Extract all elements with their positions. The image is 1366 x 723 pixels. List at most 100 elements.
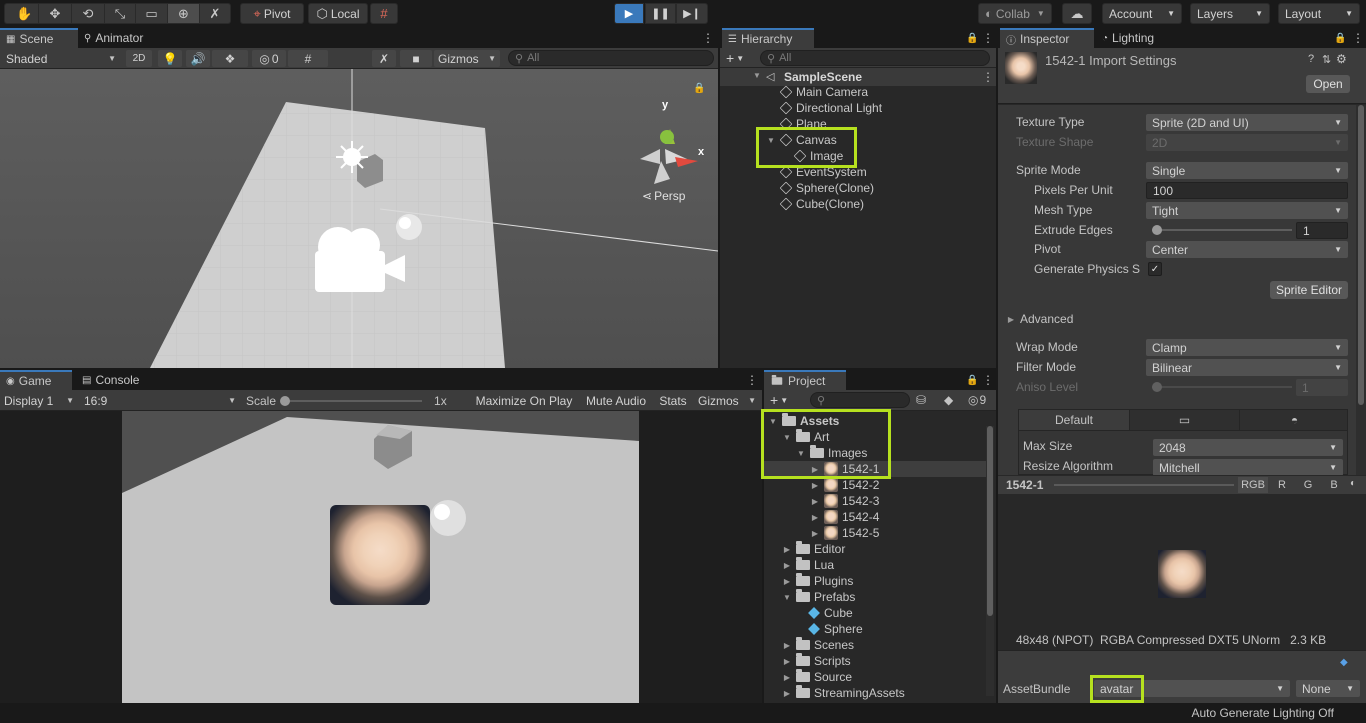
layers-dropdown[interactable]: Layers ▼ <box>1190 3 1270 24</box>
auto-lighting-status[interactable]: Auto Generate Lighting Off <box>1191 706 1334 720</box>
pivot-dropdown[interactable]: Center ▼ <box>1146 241 1348 258</box>
hierarchy-item-main-camera[interactable]: Main Camera <box>779 84 868 100</box>
hierarchy-item-directional-light[interactable]: Directional Light <box>779 100 882 116</box>
layout-dropdown[interactable]: Layout ▼ <box>1278 3 1360 24</box>
project-menu-button[interactable]: ⋮ <box>976 370 994 390</box>
display-dropdown[interactable]: Display 1 ▼ <box>0 392 78 409</box>
project-folder-scripts[interactable]: ▶ Scripts <box>782 653 851 669</box>
tab-console[interactable]: ▤ Console <box>76 370 156 390</box>
platform-tab-android[interactable]: ◓ <box>1239 410 1349 430</box>
local-toggle[interactable]: ⬡ Local <box>308 3 368 24</box>
project-folder-streamingassets[interactable]: ▶ StreamingAssets <box>782 685 905 700</box>
generate-physics-checkbox[interactable]: ✓ <box>1148 262 1162 276</box>
tools-button[interactable]: ✗ <box>372 50 396 67</box>
pivot-toggle[interactable]: ⌖ Pivot <box>240 3 304 24</box>
project-asset-1542-2[interactable]: ▶ 1542-2 <box>810 477 879 493</box>
tab-lighting[interactable]: ◔ Lighting <box>1096 28 1176 48</box>
camera-dropdown[interactable]: ■ <box>400 50 432 67</box>
maximize-on-play-toggle[interactable]: Maximize On Play <box>470 392 578 409</box>
project-asset-1542-5[interactable]: ▶ 1542-5 <box>810 525 879 541</box>
project-add-button[interactable]: + ▼ <box>770 392 788 408</box>
mute-audio-toggle[interactable]: Mute Audio <box>580 392 652 409</box>
scale-slider[interactable]: Scale 1x <box>246 392 447 409</box>
expand-arrow-icon[interactable]: ▶ <box>782 545 792 554</box>
game-gizmos-dropdown[interactable]: Gizmos ▼ <box>694 392 760 409</box>
lighting-toggle[interactable]: 💡 <box>158 50 182 67</box>
expand-arrow-icon[interactable]: ▶ <box>782 641 792 650</box>
tab-game[interactable]: ◉ Game <box>0 370 72 390</box>
project-scrollbar[interactable] <box>986 426 994 696</box>
tab-inspector[interactable]: ⓘ Inspector <box>1000 28 1094 48</box>
sprite-mode-dropdown[interactable]: Single ▼ <box>1146 162 1348 179</box>
expand-arrow-icon[interactable]: ▼ <box>782 593 792 602</box>
expand-arrow-icon[interactable]: ▶ <box>782 657 792 666</box>
expand-arrow-icon[interactable]: ▶ <box>810 497 820 506</box>
inspector-lock-button[interactable]: 🔒 <box>1328 28 1346 48</box>
pause-button[interactable]: ❚❚ <box>645 3 676 24</box>
expand-arrow-icon[interactable]: ▶ <box>782 673 792 682</box>
project-folder-prefabs[interactable]: ▼ Prefabs <box>782 589 855 605</box>
aspect-dropdown[interactable]: 16:9 ▼ <box>80 392 240 409</box>
tab-animator[interactable]: ⚲ Animator <box>78 28 162 48</box>
custom-tool-button[interactable]: ✗ <box>199 3 231 24</box>
grid-dropdown[interactable]: # <box>288 50 328 67</box>
persp-toggle[interactable]: ⋖ Persp <box>642 189 685 203</box>
expand-arrow-icon[interactable]: ▶ <box>782 577 792 586</box>
filter-mode-dropdown[interactable]: Bilinear ▼ <box>1146 359 1348 376</box>
pixels-per-unit-input[interactable]: 100 <box>1146 182 1348 199</box>
extrude-edges-input[interactable]: 1 <box>1296 222 1348 239</box>
rect-tool-button[interactable]: ▭ <box>135 3 168 24</box>
hidden-packages-toggle[interactable]: ◎ 9 <box>968 393 986 407</box>
inspector-menu-button[interactable]: ⋮ <box>1346 28 1364 48</box>
effects-dropdown[interactable]: ❖ <box>212 50 248 67</box>
project-prefab-sphere[interactable]: Sphere <box>808 621 863 637</box>
filter-type-icon[interactable]: ⛁ <box>916 393 926 407</box>
project-asset-1542-3[interactable]: ▶ 1542-3 <box>810 493 879 509</box>
audio-toggle[interactable]: 🔊 <box>186 50 210 67</box>
tab-project[interactable]: Project <box>764 370 846 390</box>
platform-tab-standalone[interactable]: ▭ <box>1129 410 1239 430</box>
move-tool-button[interactable]: ✥ <box>38 3 72 24</box>
expand-arrow-icon[interactable]: ▶ <box>810 529 820 538</box>
platform-tab-default[interactable]: Default <box>1019 410 1129 430</box>
resize-algorithm-dropdown[interactable]: Mitchell ▼ <box>1153 459 1343 475</box>
hierarchy-item-sphere-clone[interactable]: Sphere(Clone) <box>779 180 874 196</box>
scale-tool-button[interactable]: ⤡ <box>104 3 136 24</box>
advanced-foldout[interactable]: ▶ Advanced <box>1006 310 1073 328</box>
tab-scene[interactable]: ▦ Scene <box>0 28 78 48</box>
assetbundle-variant-dropdown[interactable]: None ▼ <box>1296 680 1360 697</box>
help-icon[interactable]: ? <box>1308 53 1314 65</box>
expand-arrow-icon[interactable]: ▶ <box>810 513 820 522</box>
expand-arrow-icon[interactable]: ▼ <box>752 71 762 80</box>
inspector-scrollbar-thumb[interactable] <box>1358 105 1364 405</box>
project-prefab-cube[interactable]: Cube <box>808 605 853 621</box>
project-scrollbar-thumb[interactable] <box>987 426 993 616</box>
max-size-dropdown[interactable]: 2048 ▼ <box>1153 439 1343 456</box>
label-tag-icon[interactable]: ◆ <box>1340 657 1348 668</box>
gizmos-dropdown[interactable]: Gizmos ▼ <box>434 50 500 67</box>
hierarchy-add-button[interactable]: + ▼ <box>726 50 744 66</box>
hierarchy-search-input[interactable]: ⚲ All <box>760 50 990 66</box>
kebab-icon[interactable]: ⋮ <box>982 70 994 84</box>
channel-rgb-button[interactable]: RGB <box>1238 477 1268 493</box>
sprite-editor-button[interactable]: Sprite Editor <box>1270 281 1348 299</box>
open-button[interactable]: Open <box>1306 75 1350 93</box>
hierarchy-lock-button[interactable]: 🔒 <box>960 28 978 48</box>
expand-arrow-icon[interactable]: ▶ <box>782 561 792 570</box>
channel-g-button[interactable]: G <box>1296 477 1320 493</box>
extrude-edges-slider[interactable] <box>1152 225 1292 235</box>
scene-search-input[interactable]: ⚲ All <box>508 50 714 66</box>
collab-dropdown[interactable]: ◐ Collab ▼ <box>978 3 1052 24</box>
game-viewport[interactable] <box>122 411 639 703</box>
hierarchy-item-cube-clone[interactable]: Cube(Clone) <box>779 196 864 212</box>
channel-alpha-icon[interactable]: ◐ <box>1350 478 1356 489</box>
game-menu-button[interactable]: ⋮ <box>740 370 758 390</box>
label-tag-icon[interactable]: ◆ <box>944 393 953 407</box>
account-dropdown[interactable]: Account ▼ <box>1102 3 1182 24</box>
rotate-tool-button[interactable]: ⟲ <box>71 3 105 24</box>
expand-arrow-icon[interactable]: ▶ <box>810 481 820 490</box>
project-folder-plugins[interactable]: ▶ Plugins <box>782 573 853 589</box>
project-asset-1542-4[interactable]: ▶ 1542-4 <box>810 509 879 525</box>
2d-toggle[interactable]: 2D <box>126 50 152 67</box>
preset-icon[interactable]: ⇅ <box>1322 53 1331 66</box>
